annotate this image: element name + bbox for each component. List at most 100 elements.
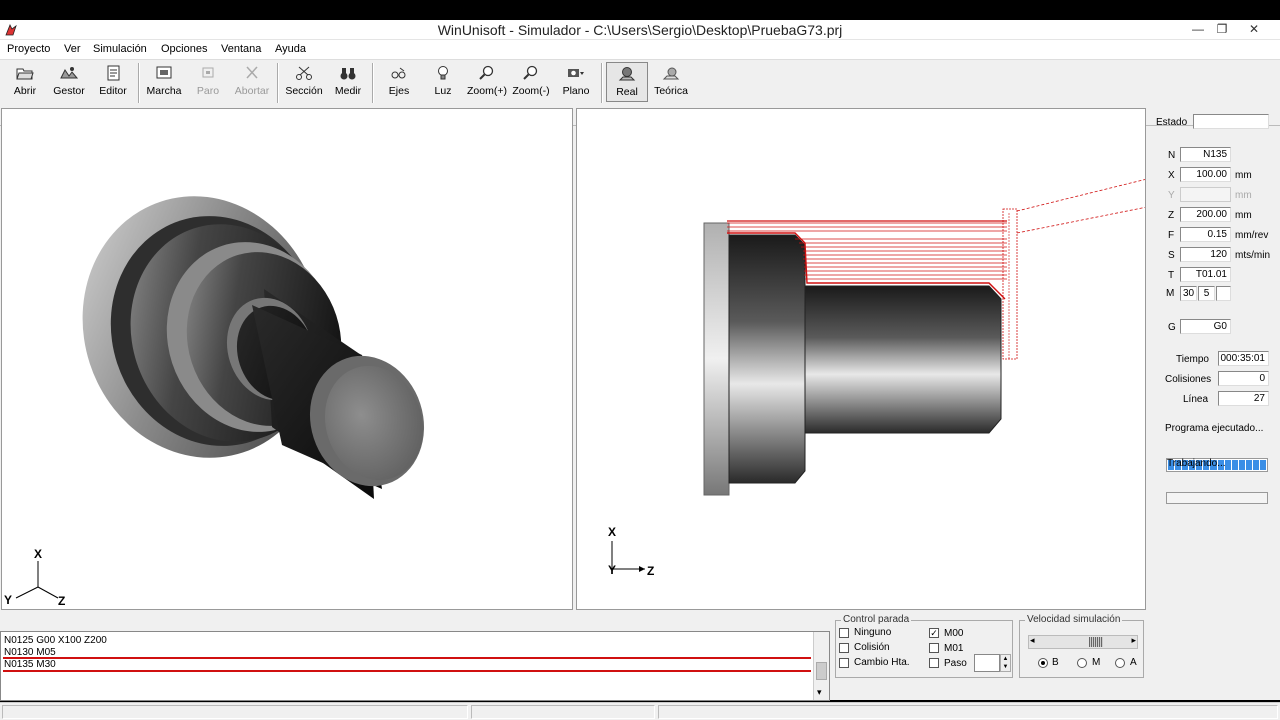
tiempo-label: Tiempo [1176, 354, 1209, 365]
f-field: 0.15 [1180, 227, 1231, 242]
velocidad-m-label: M [1092, 657, 1101, 668]
g-label: G [1168, 322, 1176, 333]
zoom-in-button[interactable]: Zoom(+) [467, 65, 507, 105]
slider-thumb[interactable] [1089, 637, 1103, 647]
status-cell-3 [658, 705, 1278, 719]
plano-button[interactable]: Plano [556, 65, 596, 105]
ejes-button[interactable]: Ejes [379, 65, 419, 105]
luz-button[interactable]: Luz [423, 65, 463, 105]
f-label: F [1168, 230, 1175, 241]
restore-button[interactable]: ❐ [1208, 20, 1236, 40]
magnifier-minus-icon [523, 65, 538, 80]
scroll-down-icon[interactable]: ▾ [817, 687, 822, 698]
menu-ventana[interactable]: Ventana [221, 43, 261, 55]
zoom-out-button[interactable]: Zoom(-) [511, 65, 551, 105]
y-unit: mm [1235, 190, 1252, 201]
code-listing[interactable]: N0125 G00 X100 Z200 N0130 M05 N0135 M30 … [0, 631, 830, 701]
colisiones-label: Colisiones [1165, 374, 1212, 385]
velocidad-a-radio[interactable] [1115, 658, 1125, 668]
axis-z-label: Z [647, 564, 655, 578]
axis-x-label: X [34, 547, 43, 561]
y-field [1180, 187, 1231, 202]
cambio-hta-checkbox[interactable] [839, 658, 849, 668]
gestor-button[interactable]: Gestor [49, 65, 89, 105]
part-3d-render [15, 196, 425, 599]
m-label: M [1166, 288, 1175, 299]
velocidad-b-radio[interactable] [1038, 658, 1048, 668]
velocidad-m-radio[interactable] [1077, 658, 1087, 668]
y-label: Y [1168, 190, 1175, 201]
medir-button[interactable]: Medir [328, 65, 368, 105]
estado-field [1193, 114, 1269, 129]
abortar-button[interactable]: Abortar [232, 65, 272, 105]
scissors-icon [296, 66, 312, 80]
menu-ver[interactable]: Ver [64, 43, 81, 55]
paro-button[interactable]: Paro [188, 65, 228, 105]
editor-icon [107, 65, 120, 81]
colision-checkbox[interactable] [839, 643, 849, 653]
real-view-icon [618, 67, 636, 81]
binoculars-icon [340, 68, 356, 80]
scroll-thumb[interactable] [816, 662, 827, 680]
x-unit: mm [1235, 170, 1252, 181]
menu-simulacion[interactable]: Simulación [93, 43, 147, 55]
paso-spinner[interactable]: ▲ ▼ [1000, 654, 1011, 672]
app-window: WinUnisoft - Simulador - C:\Users\Sergio… [0, 20, 1280, 720]
code-scrollbar[interactable]: ▾ [813, 632, 829, 700]
menu-proyecto[interactable]: Proyecto [7, 43, 50, 55]
m-field-2: 5 [1198, 286, 1215, 301]
abort-icon [246, 66, 258, 79]
run-icon [156, 66, 172, 79]
teorica-button[interactable]: Teórica [651, 65, 691, 105]
real-button[interactable]: Real [606, 62, 648, 102]
m01-label: M01 [944, 643, 964, 654]
n-label: N [1168, 150, 1176, 161]
f-unit: mm/rev [1235, 230, 1269, 241]
t-field: T01.01 [1180, 267, 1231, 282]
velocidad-slider[interactable]: ◂ ▸ [1028, 635, 1138, 649]
editor-button[interactable]: Editor [93, 65, 133, 105]
s-label: S [1168, 250, 1175, 261]
x-label: X [1168, 170, 1175, 181]
abrir-button[interactable]: Abrir [5, 65, 45, 105]
current-line-marker [3, 657, 811, 659]
z-unit: mm [1235, 210, 1252, 221]
close-button[interactable]: ✕ [1240, 20, 1268, 40]
marcha-button[interactable]: Marcha [144, 65, 184, 105]
estado-label: Estado [1156, 117, 1188, 128]
programa-ejecutado-label: Programa ejecutado... [1165, 423, 1264, 434]
view-2d-section[interactable]: X Y Z [576, 108, 1146, 610]
m01-checkbox[interactable] [929, 643, 939, 653]
m00-checkbox[interactable]: ✓ [929, 628, 939, 638]
view-3d[interactable]: X Y Z [1, 108, 573, 610]
paso-label: Paso [944, 658, 967, 669]
light-bulb-icon [438, 66, 448, 80]
axis-z-label: Z [58, 594, 66, 608]
control-parada-title: Control parada [841, 614, 912, 625]
top-letterbox [0, 0, 1280, 20]
seccion-button[interactable]: Sección [284, 65, 324, 105]
pause-icon [202, 67, 214, 78]
menu-opciones[interactable]: Opciones [161, 43, 207, 55]
toolbar-separator [138, 63, 140, 103]
m-field-1: 30 [1180, 286, 1197, 301]
ninguno-checkbox[interactable] [839, 628, 849, 638]
paso-input[interactable] [974, 654, 1000, 672]
camera-dropdown-icon [568, 69, 584, 77]
colision-label: Colisión [854, 642, 890, 653]
code-line: N0125 G00 X100 Z200 [4, 635, 107, 646]
current-line-marker [3, 670, 811, 672]
x-field: 100.00 [1180, 167, 1231, 182]
colisiones-field: 0 [1218, 371, 1269, 386]
cambio-hta-label: Cambio Hta. [854, 657, 910, 668]
slider-left-icon[interactable]: ◂ [1030, 635, 1035, 646]
status-bar [0, 702, 1280, 720]
slider-right-icon[interactable]: ▸ [1131, 635, 1136, 646]
toolbar-separator [372, 63, 374, 103]
window-title: WinUnisoft - Simulador - C:\Users\Sergio… [437, 22, 843, 38]
paso-checkbox[interactable] [929, 658, 939, 668]
axis-x-label: X [608, 525, 617, 539]
toolbar-separator [601, 63, 603, 103]
menu-ayuda[interactable]: Ayuda [275, 43, 306, 55]
z-label: Z [1168, 210, 1175, 221]
